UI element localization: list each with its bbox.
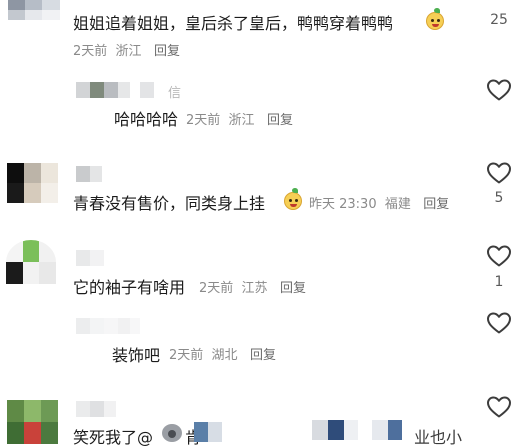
mention-name (194, 422, 222, 442)
heart-outline-icon[interactable] (486, 161, 512, 185)
smiley-emoji-icon (426, 8, 444, 30)
reply-button[interactable]: 回复 (267, 113, 293, 128)
like-count: 1 (494, 274, 504, 290)
comment-meta: 2天前 浙江 回复 (186, 109, 293, 128)
reply-button[interactable]: 回复 (280, 281, 306, 296)
heart-outline-icon[interactable] (486, 78, 512, 102)
comment-meta: 2天前 江苏 回复 (199, 277, 306, 296)
comment-meta: 昨天 23:30 福建 回复 (309, 193, 449, 212)
mention-fragment: 业也小 (414, 428, 463, 447)
comment-time: 2天前 (199, 281, 234, 296)
comment-text: 它的袖子有啥用 (73, 278, 186, 297)
comment-location: 浙江 (115, 44, 142, 59)
reply-button[interactable]: 回复 (423, 197, 449, 212)
commenter-name (76, 82, 154, 98)
commenter-name-fragment: 信 (168, 86, 182, 101)
avatar[interactable] (8, 0, 60, 20)
comment-location: 江苏 (241, 281, 268, 296)
mention-name (312, 420, 402, 440)
reply-button[interactable]: 回复 (250, 348, 276, 363)
comment-text: 姐姐追着姐姐，皇后杀了皇后，鸭鸭穿着鸭鸭 (73, 14, 394, 33)
comment-time: 2天前 (169, 348, 204, 363)
comment-location: 浙江 (228, 113, 255, 128)
comment-text: 笑死我了@ (73, 428, 154, 447)
avatar[interactable] (7, 163, 58, 203)
like-count: 25 (490, 12, 508, 28)
smiley-emoji-icon (284, 188, 302, 210)
comment-time: 昨天 23:30 (309, 197, 377, 212)
reply-text: 哈哈哈哈 (114, 110, 179, 129)
commenter-name (76, 401, 116, 417)
like-count: 5 (494, 190, 504, 206)
avatar[interactable] (7, 400, 58, 444)
koala-emoji-icon (162, 424, 182, 442)
commenter-name (76, 318, 140, 334)
commenter-name (76, 250, 104, 266)
comment-meta: 2天前 浙江 回复 (73, 40, 180, 59)
heart-outline-icon[interactable] (486, 244, 512, 268)
heart-outline-icon[interactable] (486, 311, 512, 335)
comment-location: 湖北 (211, 348, 238, 363)
comment-location: 福建 (384, 197, 411, 212)
comment-time: 2天前 (186, 113, 221, 128)
comment-text: 青春没有售价，同类身上挂 (73, 194, 266, 213)
avatar[interactable] (6, 240, 56, 284)
heart-outline-icon[interactable] (486, 395, 512, 419)
reply-button[interactable]: 回复 (154, 44, 180, 59)
comment-time: 2天前 (73, 44, 108, 59)
commenter-name (76, 166, 102, 182)
comment-meta: 2天前 湖北 回复 (169, 344, 276, 363)
reply-text: 装饰吧 (112, 346, 161, 365)
